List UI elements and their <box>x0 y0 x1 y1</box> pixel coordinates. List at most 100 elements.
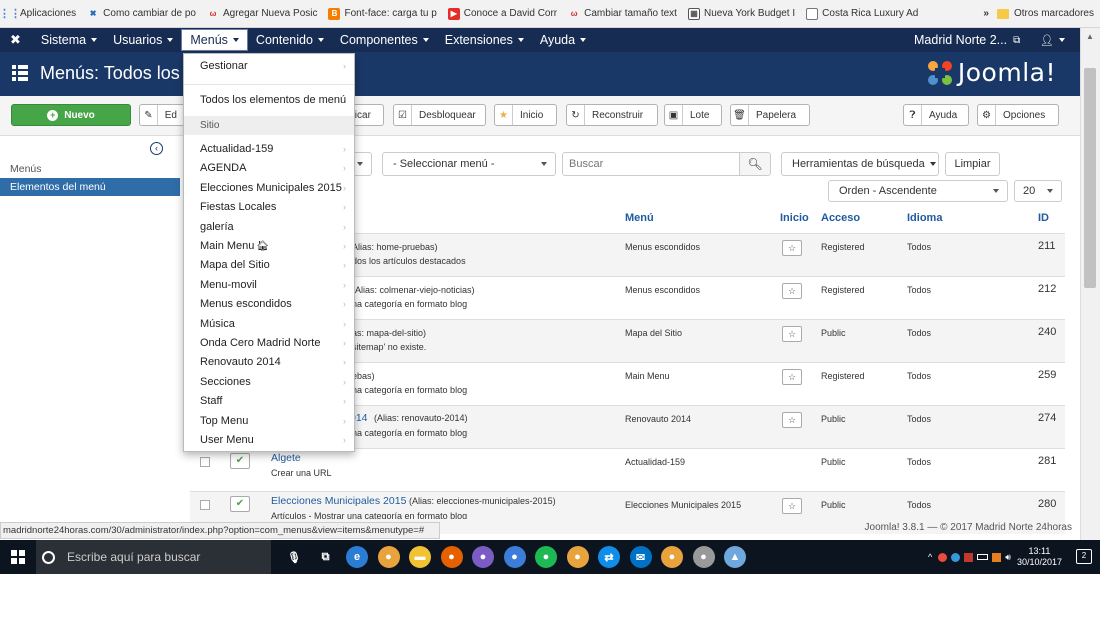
home-star-icon[interactable]: ☆ <box>782 412 802 428</box>
dropdown-menu-item[interactable]: Staff › <box>184 392 354 411</box>
home-button[interactable]: ★ Inicio <box>494 104 557 126</box>
user-menu[interactable]: 👤︎ <box>1040 28 1065 52</box>
dropdown-menu-item[interactable]: Top Menu › <box>184 412 354 431</box>
shield-icon[interactable] <box>964 552 974 562</box>
new-button[interactable]: + Nuevo <box>11 104 131 126</box>
item-title-link[interactable]: Elecciones Municipales 2015 <box>271 495 406 507</box>
battery-icon[interactable] <box>977 554 989 560</box>
home-star-icon[interactable]: ☆ <box>782 326 802 342</box>
nav-content[interactable]: Contenido <box>248 28 332 52</box>
home-star-icon[interactable]: ☆ <box>782 240 802 256</box>
sidebar-item-menu-items[interactable]: Elementos del menú <box>0 178 180 196</box>
chrome-icon[interactable]: ● <box>566 546 589 568</box>
clock[interactable]: 13:11 30/10/2017 <box>1017 546 1062 568</box>
dropdown-menu-item[interactable]: Onda Cero Madrid Norte › <box>184 334 354 353</box>
app-icon[interactable]: ▲ <box>724 546 746 568</box>
nav-components[interactable]: Componentes <box>332 28 437 52</box>
home-star-icon[interactable]: ☆ <box>782 369 802 385</box>
limit-select[interactable]: 20 <box>1014 180 1062 202</box>
task-view-icon[interactable]: ⧉ <box>315 546 337 568</box>
help-button[interactable]: ❓︎ Ayuda <box>903 104 969 126</box>
nav-extensions[interactable]: Extensiones <box>437 28 532 52</box>
dropdown-manage[interactable]: Gestionar › <box>184 57 354 76</box>
bookmark-item[interactable]: ω Cambiar tamaño text <box>568 7 677 20</box>
order-select[interactable]: Orden - Ascendente <box>828 180 1008 202</box>
bookmark-item[interactable]: Costa Rica Luxury Ad <box>806 7 918 20</box>
tray-icon[interactable] <box>992 552 1002 562</box>
rebuild-button[interactable]: ↻ Reconstruir <box>566 104 658 126</box>
scroll-thumb[interactable] <box>1084 68 1096 288</box>
clear-button[interactable]: Limpiar <box>945 152 1000 176</box>
dropdown-menu-item[interactable]: Elecciones Municipales 2015 › <box>184 179 354 198</box>
scroll-up-icon[interactable]: ▲ <box>1086 32 1094 41</box>
dropdown-menu-item[interactable]: Actualidad-159 › <box>184 140 354 159</box>
app-icon[interactable]: ● <box>472 546 494 568</box>
dropdown-menu-item[interactable]: Fiestas Locales › <box>184 198 354 217</box>
item-title-link[interactable]: Algete <box>271 452 301 464</box>
search-tools-button[interactable]: Herramientas de búsqueda <box>781 152 939 176</box>
column-menu[interactable]: Menú <box>625 212 654 224</box>
bookmark-apps[interactable]: ⋮⋮ Aplicaciones <box>0 8 76 20</box>
dropdown-menu-item[interactable]: Mapa del Sitio › <box>184 256 354 275</box>
tray-icon[interactable] <box>938 552 948 562</box>
table-row[interactable]: ✔ Algete Crear una URL Actualidad-159 Public… <box>190 448 1065 491</box>
dropdown-menu-item[interactable]: Renovauto 2014 › <box>184 353 354 372</box>
sidebar-item-menus[interactable]: Menús <box>0 160 180 178</box>
column-access[interactable]: Acceso <box>821 212 860 224</box>
tray-icon[interactable] <box>951 552 961 562</box>
edit-button[interactable]: ✎ Ed <box>139 104 185 126</box>
batch-button[interactable]: ▣ Lote <box>664 104 722 126</box>
home-star-icon[interactable]: ☆ <box>782 283 802 299</box>
dropdown-menu-item[interactable]: Menu-movil › <box>184 276 354 295</box>
windows-start-icon[interactable] <box>0 540 36 574</box>
nav-users[interactable]: Usuarios <box>105 28 181 52</box>
dropdown-menu-item[interactable]: Música › <box>184 315 354 334</box>
dropdown-all-items[interactable]: Todos los elementos de menú <box>184 91 354 110</box>
more-bookmarks-button[interactable]: » <box>983 8 989 19</box>
notification-icon[interactable]: 2 <box>1076 549 1092 564</box>
spotify-icon[interactable]: ● <box>535 546 557 568</box>
home-star-icon[interactable]: ☆ <box>782 498 802 514</box>
bookmark-item[interactable]: B Font-face: carga tu p <box>328 7 437 20</box>
row-checkbox[interactable] <box>200 500 210 510</box>
column-id[interactable]: ID <box>1038 212 1049 224</box>
file-explorer-icon[interactable]: ▬ <box>409 546 431 568</box>
bookmark-item[interactable]: ω Agregar Nueva Posic <box>206 7 317 20</box>
speaker-icon[interactable]: 🔊︎ <box>1005 552 1011 563</box>
search-button[interactable]: 🔍︎ <box>739 152 771 176</box>
options-button[interactable]: ⚙ Opciones <box>977 104 1059 126</box>
app-icon[interactable]: ● <box>692 546 715 568</box>
sidebar-toggle-icon[interactable]: ‹ <box>150 142 163 155</box>
chrome-icon[interactable]: ● <box>377 546 400 568</box>
bookmark-item[interactable]: ▶ Conoce a David Corr <box>447 7 557 20</box>
dropdown-menu-item[interactable]: User Menu › <box>184 431 354 450</box>
site-link[interactable]: Madrid Norte 2... ⧉ <box>914 28 1020 52</box>
dropdown-menu-item[interactable]: AGENDA › <box>184 159 354 178</box>
scrollbar[interactable]: ▲ <box>1080 28 1100 540</box>
mic-icon[interactable]: 🎙︎ <box>283 546 305 568</box>
column-home[interactable]: Inicio <box>780 212 809 224</box>
taskbar-search[interactable]: Escribe aquí para buscar <box>36 540 271 574</box>
dropdown-menu-item[interactable]: Secciones › <box>184 373 354 392</box>
menu-select[interactable]: - Seleccionar menú - <box>382 152 556 176</box>
published-check-icon[interactable]: ✔ <box>230 496 250 512</box>
published-check-icon[interactable]: ✔ <box>230 453 250 469</box>
search-input[interactable] <box>562 152 740 176</box>
edge-icon[interactable]: e <box>346 546 368 568</box>
nav-help[interactable]: Ayuda <box>532 28 594 52</box>
joomla-menu-icon[interactable]: ✖ <box>0 32 33 48</box>
app-icon[interactable]: ● <box>503 546 526 568</box>
dropdown-menu-item[interactable]: Main Menu 🏠︎ › <box>184 237 354 256</box>
other-bookmarks[interactable]: Otros marcadores <box>1014 8 1094 19</box>
chevron-up-icon[interactable]: ^ <box>928 552 932 562</box>
dropdown-menu-item[interactable]: galería › <box>184 218 354 237</box>
outlook-icon[interactable]: ✉ <box>629 546 652 568</box>
column-language[interactable]: Idioma <box>907 212 942 224</box>
teamviewer-icon[interactable]: ⇄ <box>598 546 620 568</box>
dropdown-menu-item[interactable]: Menus escondidos › <box>184 295 354 314</box>
bookmark-item[interactable]: ▦ Nueva York Budget I <box>687 7 795 20</box>
nav-menus[interactable]: Menús <box>181 29 248 51</box>
trash-button[interactable]: 🗑︎ Papelera <box>730 104 810 126</box>
firefox-icon[interactable]: ● <box>440 546 463 568</box>
chrome-icon[interactable]: ● <box>661 546 683 568</box>
